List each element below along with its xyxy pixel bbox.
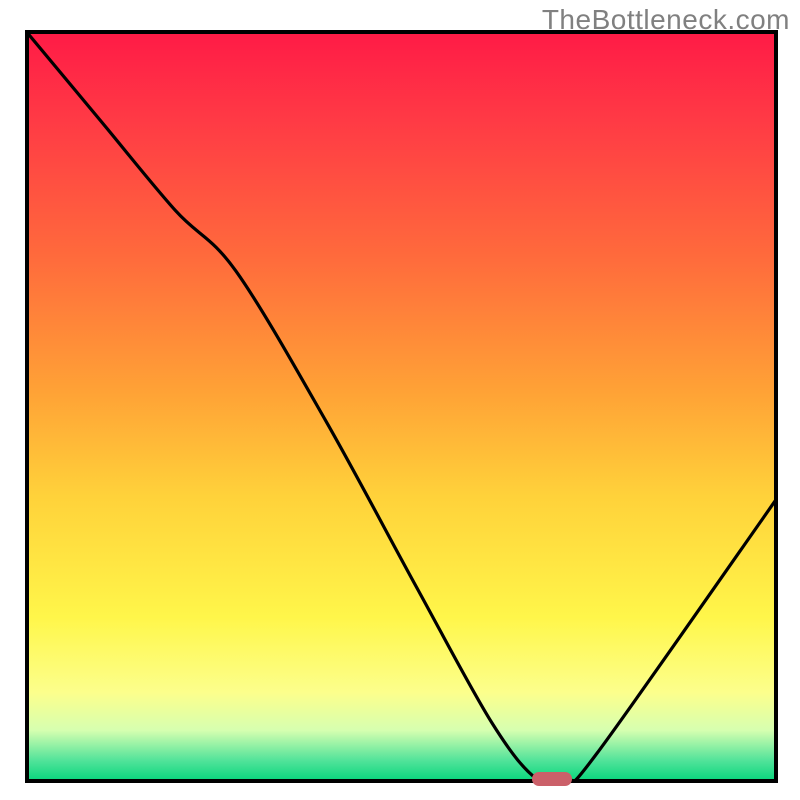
curve-svg: [25, 30, 778, 783]
optimal-marker: [532, 772, 572, 786]
bottleneck-curve-path: [25, 30, 778, 783]
plot-area: [25, 30, 778, 783]
watermark-text: TheBottleneck.com: [542, 4, 790, 36]
chart-container: TheBottleneck.com: [0, 0, 800, 800]
